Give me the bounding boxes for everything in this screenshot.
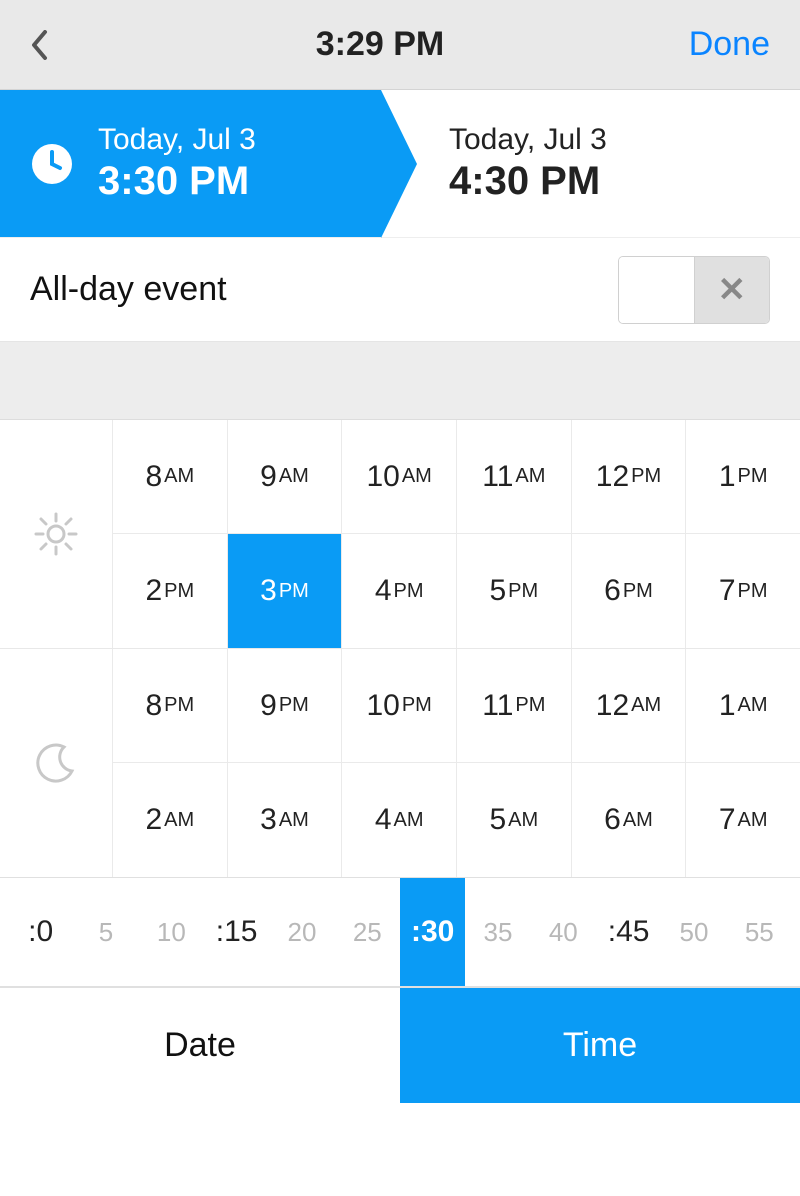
hour-cell[interactable]: 3PM: [227, 534, 342, 648]
hour-cell[interactable]: 4AM: [341, 763, 456, 877]
hour-cell[interactable]: 10AM: [341, 420, 456, 534]
spacer: [0, 342, 800, 420]
minute-cell[interactable]: 10: [139, 878, 204, 986]
hour-cell[interactable]: 2PM: [112, 534, 227, 648]
range-start-text: Today, Jul 3 3:30 PM: [98, 123, 256, 204]
hour-cell[interactable]: 9AM: [227, 420, 342, 534]
sun-icon: [0, 420, 112, 648]
range-start-time: 3:30 PM: [98, 159, 256, 204]
hour-cell[interactable]: 1AM: [685, 649, 800, 763]
hour-cell[interactable]: 2AM: [112, 763, 227, 877]
hour-cell[interactable]: 9PM: [227, 649, 342, 763]
clock-icon: [30, 142, 74, 186]
minute-cell[interactable]: 40: [531, 878, 596, 986]
tab-time[interactable]: Time: [400, 988, 800, 1103]
hour-grid-day: 8AM9AM10AM11AM12PM1PM 2PM3PM4PM5PM6PM7PM: [112, 420, 800, 648]
hour-cell[interactable]: 10PM: [341, 649, 456, 763]
bottom-tabs: Date Time: [0, 987, 800, 1103]
hour-cell[interactable]: 5PM: [456, 534, 571, 648]
hour-cell[interactable]: 7PM: [685, 534, 800, 648]
minute-cell[interactable]: 20: [269, 878, 334, 986]
hour-group-night: 8PM9PM10PM11PM12AM1AM 2AM3AM4AM5AM6AM7AM: [0, 649, 800, 877]
minute-cell[interactable]: :0: [8, 878, 73, 986]
hour-section: 8AM9AM10AM11AM12PM1PM2PM3PM4PM5PM6PM7PM …: [0, 420, 800, 877]
hour-cell[interactable]: 4PM: [341, 534, 456, 648]
chevron-left-icon: [30, 30, 48, 60]
range-start-date: Today, Jul 3: [98, 123, 256, 157]
minute-cell[interactable]: 25: [335, 878, 400, 986]
back-button[interactable]: [30, 30, 90, 60]
minute-cell[interactable]: 5: [73, 878, 138, 986]
hour-cell[interactable]: 3AM: [227, 763, 342, 877]
hour-cell[interactable]: 8PM: [112, 649, 227, 763]
hour-cell[interactable]: 11AM: [456, 420, 571, 534]
range-start[interactable]: Today, Jul 3 3:30 PM: [0, 90, 381, 237]
hour-group-day: 8AM9AM10AM11AM12PM1PM 2PM3PM4PM5PM6PM7PM: [0, 420, 800, 649]
minute-cell[interactable]: :30: [400, 878, 465, 986]
tab-date[interactable]: Date: [0, 988, 400, 1103]
hour-cell[interactable]: 1PM: [685, 420, 800, 534]
minute-cell[interactable]: :45: [596, 878, 661, 986]
range-row: Today, Jul 3 3:30 PM Today, Jul 3 4:30 P…: [0, 90, 800, 238]
range-end-text: Today, Jul 3 4:30 PM: [449, 123, 607, 204]
hour-cell[interactable]: 6AM: [571, 763, 686, 877]
hour-cell[interactable]: 5AM: [456, 763, 571, 877]
hour-cell[interactable]: 11PM: [456, 649, 571, 763]
hour-cell[interactable]: 12PM: [571, 420, 686, 534]
minute-cell[interactable]: 35: [465, 878, 530, 986]
range-end-time: 4:30 PM: [449, 159, 607, 204]
header-title: 3:29 PM: [90, 25, 670, 64]
moon-icon: [0, 649, 112, 877]
range-end[interactable]: Today, Jul 3 4:30 PM: [381, 90, 800, 237]
header: 3:29 PM Done: [0, 0, 800, 90]
hour-grid-night: 8PM9PM10PM11PM12AM1AM 2AM3AM4AM5AM6AM7AM: [112, 649, 800, 877]
hour-cell[interactable]: 12AM: [571, 649, 686, 763]
all-day-label: All-day event: [30, 270, 227, 309]
toggle-off-thumb: [619, 257, 695, 323]
minute-row: :0510:152025:303540:455055: [0, 877, 800, 987]
close-icon: ✕: [695, 257, 770, 323]
range-end-date: Today, Jul 3: [449, 123, 607, 157]
minute-cell[interactable]: 55: [727, 878, 792, 986]
hour-cell[interactable]: 6PM: [571, 534, 686, 648]
all-day-toggle[interactable]: ✕: [618, 256, 770, 324]
minute-cell[interactable]: :15: [204, 878, 269, 986]
all-day-row: All-day event ✕: [0, 238, 800, 342]
done-button[interactable]: Done: [670, 25, 770, 64]
hour-cell[interactable]: 8AM: [112, 420, 227, 534]
hour-cell[interactable]: 7AM: [685, 763, 800, 877]
minute-cell[interactable]: 50: [661, 878, 726, 986]
